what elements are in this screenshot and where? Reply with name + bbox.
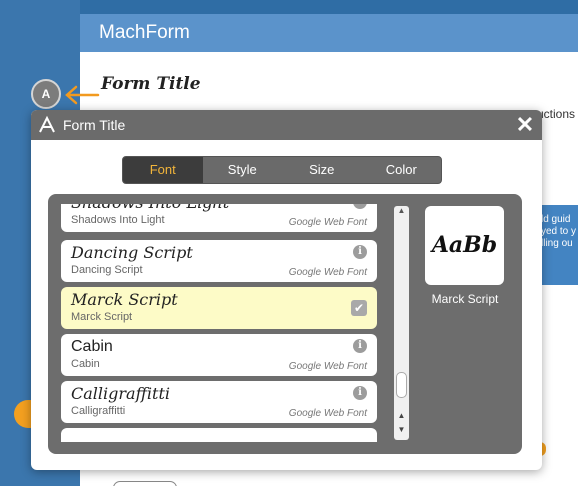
- tab-color[interactable]: Color: [362, 157, 442, 183]
- app-header: MachForm: [80, 14, 578, 52]
- font-panel: Shadows Into Light Shadows Into Light i …: [48, 194, 522, 454]
- scroll-thumb[interactable]: [396, 372, 407, 398]
- list-item-selected[interactable]: Marck Script Marck Script ✔: [61, 287, 377, 329]
- check-icon[interactable]: ✔: [351, 300, 367, 316]
- scroll-up-icon[interactable]: ▲: [396, 206, 407, 216]
- element-badge[interactable]: A: [31, 79, 61, 109]
- tab-style[interactable]: Style: [203, 157, 283, 183]
- property-tabs: Font Style Size Color: [122, 156, 442, 184]
- form-title-callout: Form Title: [101, 74, 201, 94]
- dialog-header: Form Title: [31, 110, 542, 140]
- font-name: Calligraffitti: [71, 384, 170, 403]
- guide-line-2: yed to y: [541, 226, 577, 237]
- guide-box: ld guid yed to y lling ou: [537, 205, 578, 285]
- scroll-up-arrow-icon[interactable]: ▲: [395, 410, 408, 422]
- font-list-scrollbar[interactable]: ▲ ▲ ▼: [394, 206, 409, 440]
- preview-font-name: Marck Script: [431, 292, 499, 306]
- font-source: Google Web Font: [288, 217, 367, 228]
- list-item[interactable]: Cabin Cabin i Google Web Font: [61, 334, 377, 376]
- font-icon: [39, 115, 55, 133]
- font-source: Google Web Font: [288, 267, 367, 278]
- font-name: Cabin: [71, 338, 113, 355]
- list-item[interactable]: Calligraffitti Calligraffitti i Google W…: [61, 381, 377, 423]
- form-title-dialog: Form Title ✕ Font Style Size Color Shado…: [31, 110, 542, 470]
- list-item[interactable]: [61, 428, 377, 442]
- font-source: Google Web Font: [288, 361, 367, 372]
- app-title: MachForm: [99, 22, 190, 43]
- font-source: Google Web Font: [288, 408, 367, 419]
- guide-line-3: lling ou: [541, 238, 573, 249]
- tab-size[interactable]: Size: [282, 157, 362, 183]
- info-icon[interactable]: i: [353, 339, 367, 353]
- guide-line-1: ld guid: [541, 214, 571, 225]
- close-icon[interactable]: ✕: [514, 114, 536, 136]
- info-icon[interactable]: i: [353, 245, 367, 259]
- font-name: Dancing Script: [71, 243, 193, 262]
- instructions-text: uctions: [537, 107, 576, 121]
- bottom-button[interactable]: [113, 481, 177, 486]
- dialog-title: Form Title: [63, 117, 126, 133]
- font-preview: AaBb: [425, 206, 504, 285]
- info-icon[interactable]: i: [353, 386, 367, 400]
- font-name: Shadows Into Light: [71, 204, 367, 213]
- list-item[interactable]: Dancing Script Dancing Script i Google W…: [61, 240, 377, 282]
- font-sub: Marck Script: [71, 311, 133, 323]
- tab-font[interactable]: Font: [123, 157, 203, 183]
- font-name: Marck Script: [71, 290, 178, 309]
- font-list: Shadows Into Light Shadows Into Light i …: [61, 204, 379, 442]
- arrow-icon: [65, 85, 100, 105]
- scroll-down-arrow-icon[interactable]: ▼: [395, 424, 408, 436]
- list-item[interactable]: Shadows Into Light Shadows Into Light i …: [61, 204, 377, 232]
